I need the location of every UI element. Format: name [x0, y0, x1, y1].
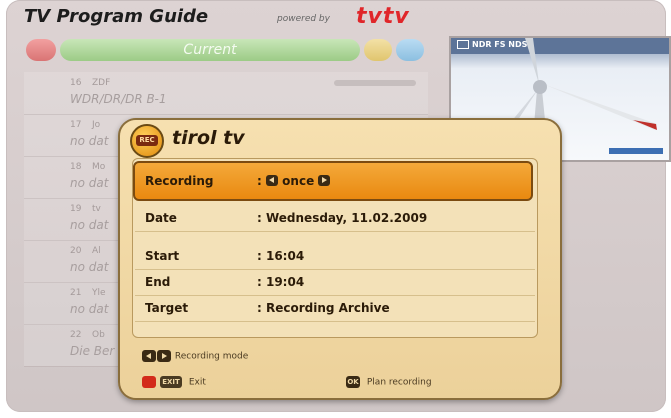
preview-channel-label: NDR FS NDS: [457, 40, 527, 49]
rec-icon: REC: [130, 124, 164, 158]
recording-mode-row[interactable]: Recording : once: [133, 161, 533, 201]
red-color-button[interactable]: [26, 39, 56, 61]
recording-value[interactable]: : once: [257, 174, 331, 188]
legend-recording-mode: Recording mode: [142, 350, 248, 362]
left-key-icon: [142, 350, 156, 362]
exit-key-icon: EXIT: [160, 376, 182, 388]
arrow-right-icon[interactable]: [318, 175, 331, 186]
right-key-icon: [157, 350, 171, 362]
start-row[interactable]: Start : 16:04: [135, 243, 535, 270]
end-row[interactable]: End : 19:04: [135, 269, 535, 296]
list-item[interactable]: 16 ZDF WDR/DR/DR B-1: [24, 72, 428, 115]
target-row[interactable]: Target : Recording Archive: [135, 295, 535, 322]
ok-key-icon: OK: [346, 376, 360, 388]
recording-dialog: REC tirol tv Recording : once Date : Wed…: [118, 118, 562, 400]
blue-color-button[interactable]: [396, 39, 424, 61]
channel-name: tirol tv: [172, 127, 245, 149]
date-row[interactable]: Date : Wednesday, 11.02.2009: [135, 205, 535, 232]
legend-plan-recording[interactable]: OK Plan recording: [346, 376, 432, 388]
arrow-left-icon[interactable]: [265, 175, 278, 186]
guide-title: TV Program Guide: [24, 6, 209, 27]
red-key-icon: [142, 376, 156, 388]
brand-logo: tvtv: [356, 4, 410, 29]
recording-label: Recording: [145, 174, 214, 188]
tv-icon: [457, 40, 469, 49]
yellow-color-button[interactable]: [364, 39, 392, 61]
legend-exit[interactable]: EXIT Exit: [142, 376, 206, 388]
current-button[interactable]: Current: [60, 39, 360, 61]
powered-by-label: powered by: [277, 14, 330, 24]
recording-details-panel: Recording : once Date : Wednesday, 11.02…: [132, 158, 538, 338]
